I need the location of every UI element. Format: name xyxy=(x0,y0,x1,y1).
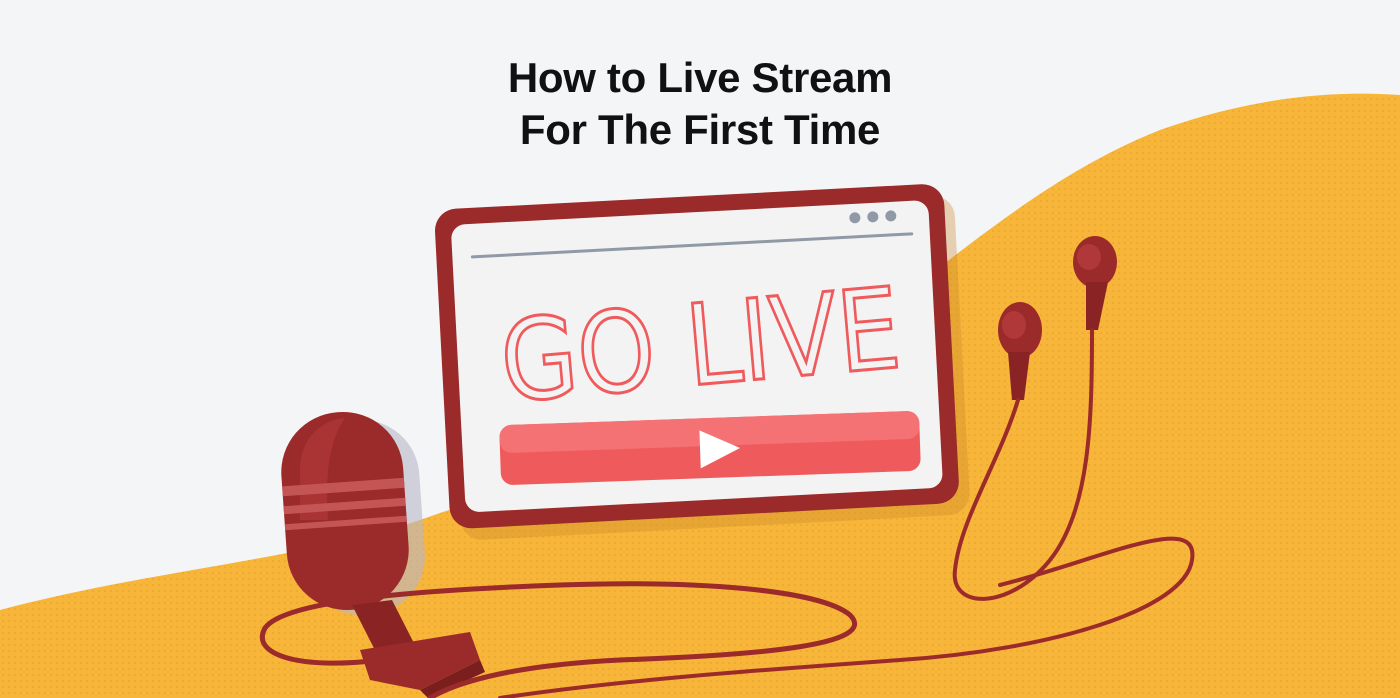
page-title: How to Live Stream For The First Time xyxy=(0,52,1400,156)
title-line-1: How to Live Stream xyxy=(507,54,893,102)
hero-illustration: How to Live Stream For The First Time GO… xyxy=(0,0,1400,698)
title-line-2: For The First Time xyxy=(519,106,881,154)
